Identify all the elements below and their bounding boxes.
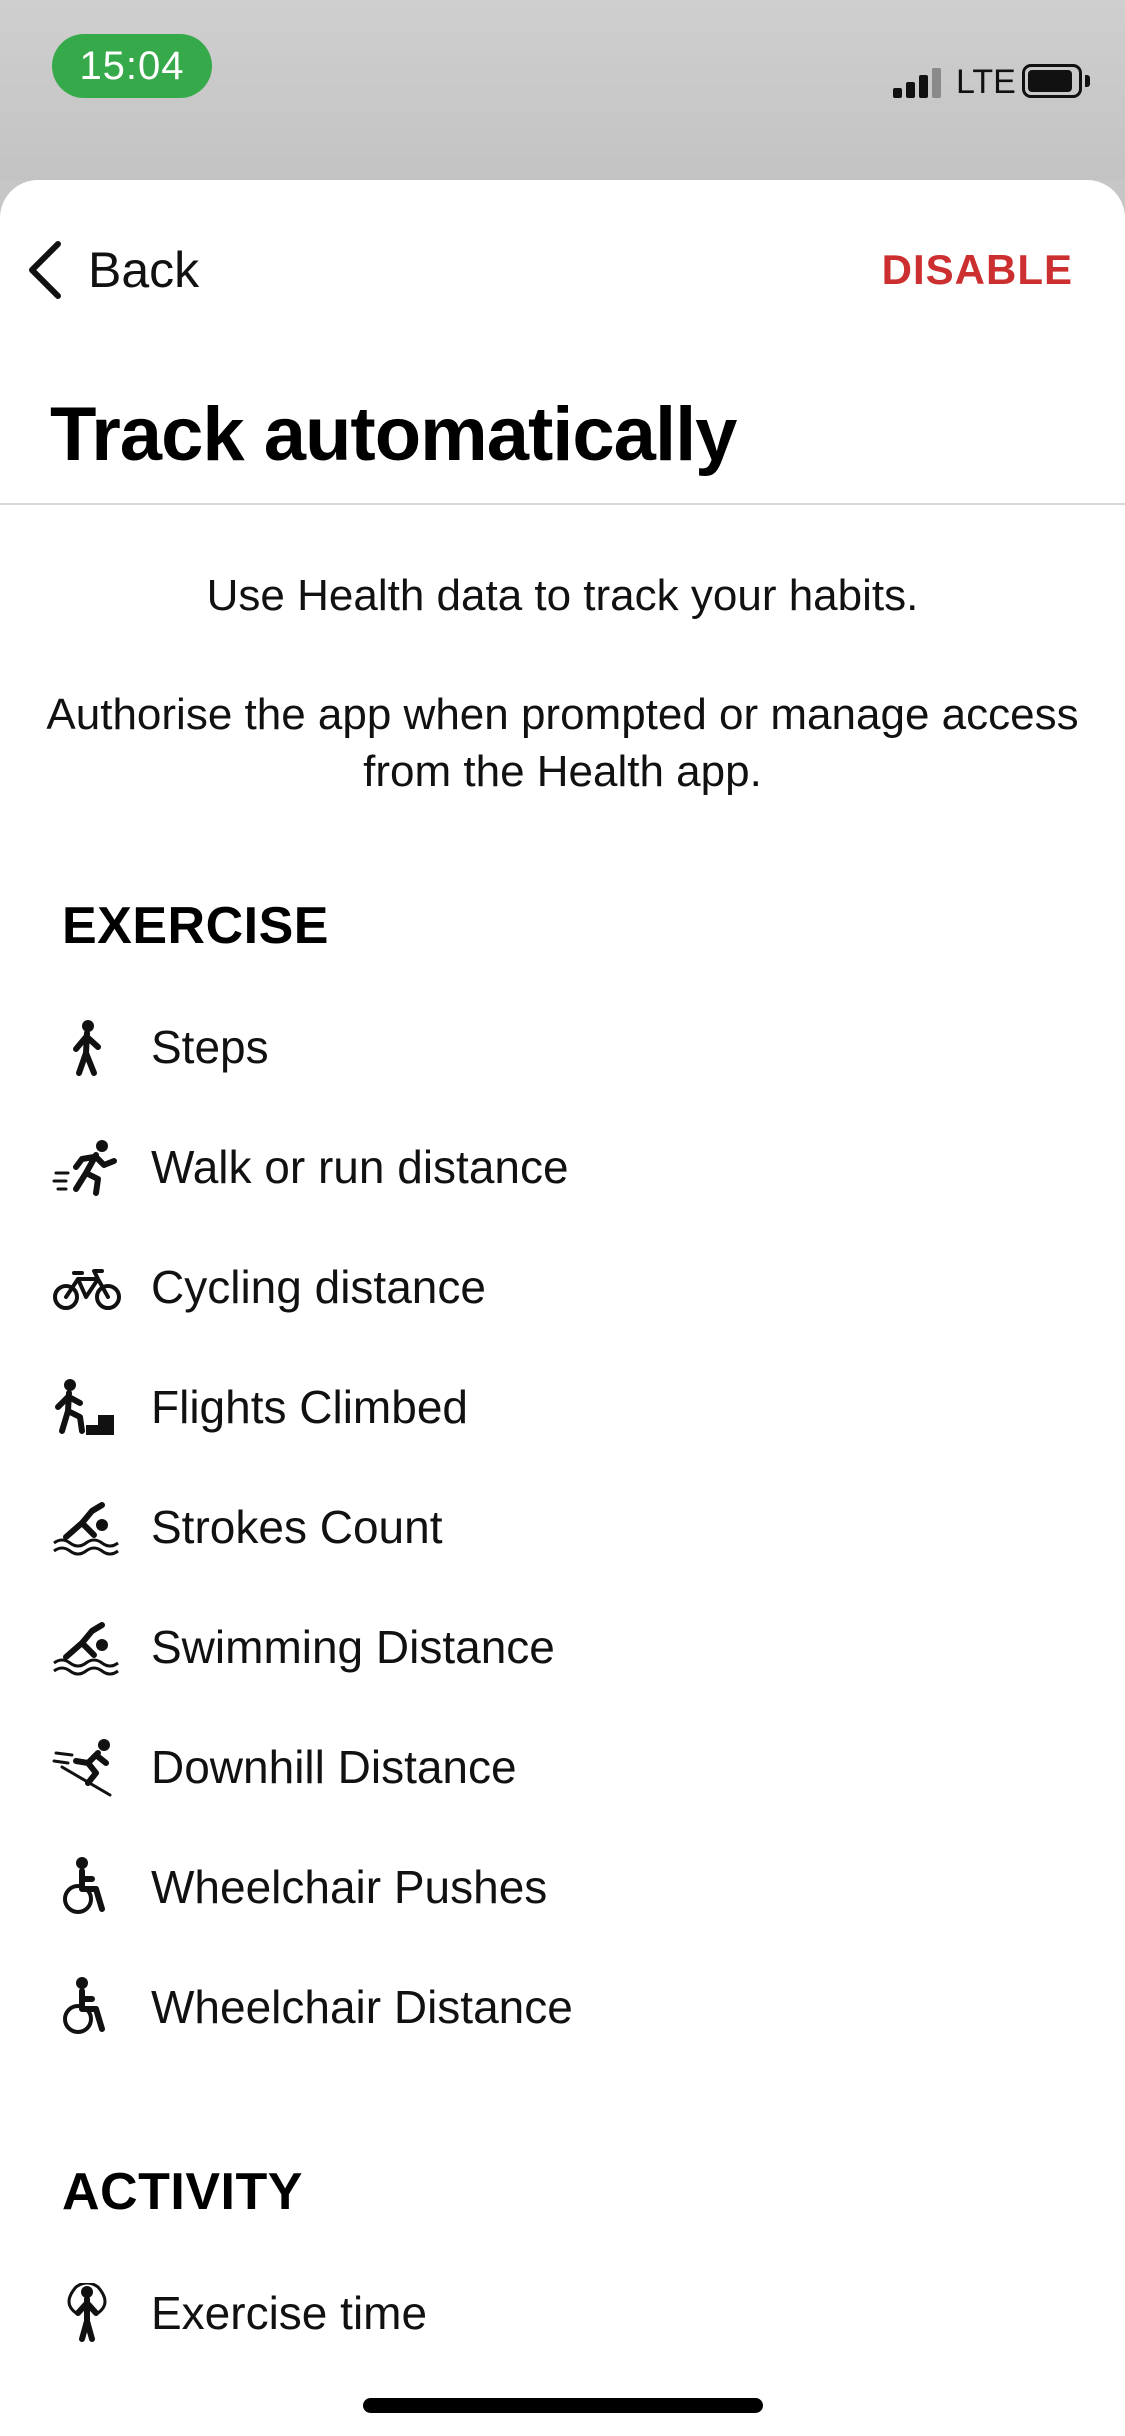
wheelchair-icon [52, 1977, 122, 2037]
list-item-wheelchair-pushes[interactable]: Wheelchair Pushes [0, 1832, 1125, 1942]
intro-text: Use Health data to track your habits. [206, 571, 919, 620]
walking-figure-icon [52, 1017, 122, 1077]
list-item-label: Swimming Distance [151, 1621, 555, 1673]
battery-icon [1022, 64, 1090, 98]
swimmer-icon [52, 1497, 122, 1557]
list-item-swimming-distance[interactable]: Swimming Distance [0, 1592, 1125, 1702]
list-item-label: Exercise time [151, 2287, 428, 2339]
home-indicator[interactable] [363, 2398, 763, 2413]
list-item-label: Steps [151, 1021, 269, 1073]
list-item-wheelchair-distance[interactable]: Wheelchair Distance [0, 1952, 1125, 2062]
section-title-exercise: EXERCISE [62, 897, 329, 955]
list-item-exercise-time[interactable]: Exercise time [0, 2258, 1125, 2368]
signal-strength-icon [893, 68, 943, 98]
back-label: Back [88, 242, 200, 298]
chevron-left-icon [29, 241, 61, 299]
list-item-walk-run-distance[interactable]: Walk or run distance [0, 1112, 1125, 1222]
network-type: LTE [956, 63, 1016, 101]
section-title-activity: ACTIVITY [62, 2163, 303, 2221]
stairs-climber-icon [52, 1377, 122, 1437]
list-item-label: Walk or run distance [151, 1141, 569, 1193]
list-item-label: Wheelchair Distance [151, 1981, 573, 2033]
list-item-cycling-distance[interactable]: Cycling distance [0, 1232, 1125, 1342]
status-bar: 15:04 LTE [0, 0, 1125, 180]
list-item-flights-climbed[interactable]: Flights Climbed [0, 1352, 1125, 1462]
list-item-steps[interactable]: Steps [0, 992, 1125, 1102]
swimmer-icon [52, 1617, 122, 1677]
running-figure-icon [52, 1137, 122, 1197]
jump-rope-icon [52, 2281, 122, 2343]
status-time: 15:04 [52, 34, 212, 98]
intro-instructions: Authorise the app when prompted or manag… [46, 690, 1079, 796]
disable-button[interactable]: DISABLE [882, 240, 1073, 300]
back-button[interactable]: Back [24, 230, 199, 310]
wheelchair-icon [52, 1857, 122, 1917]
page-title: Track automatically [50, 392, 737, 477]
header-divider [0, 503, 1125, 505]
list-item-strokes-count[interactable]: Strokes Count [0, 1472, 1125, 1582]
list-item-label: Cycling distance [151, 1261, 486, 1313]
list-item-label: Strokes Count [151, 1501, 443, 1553]
skier-icon [52, 1737, 122, 1797]
list-item-label: Downhill Distance [151, 1741, 517, 1793]
list-item-label: Wheelchair Pushes [151, 1861, 548, 1913]
list-item-downhill-distance[interactable]: Downhill Distance [0, 1712, 1125, 1822]
bicycle-icon [52, 1257, 122, 1317]
list-item-label: Flights Climbed [151, 1381, 468, 1433]
